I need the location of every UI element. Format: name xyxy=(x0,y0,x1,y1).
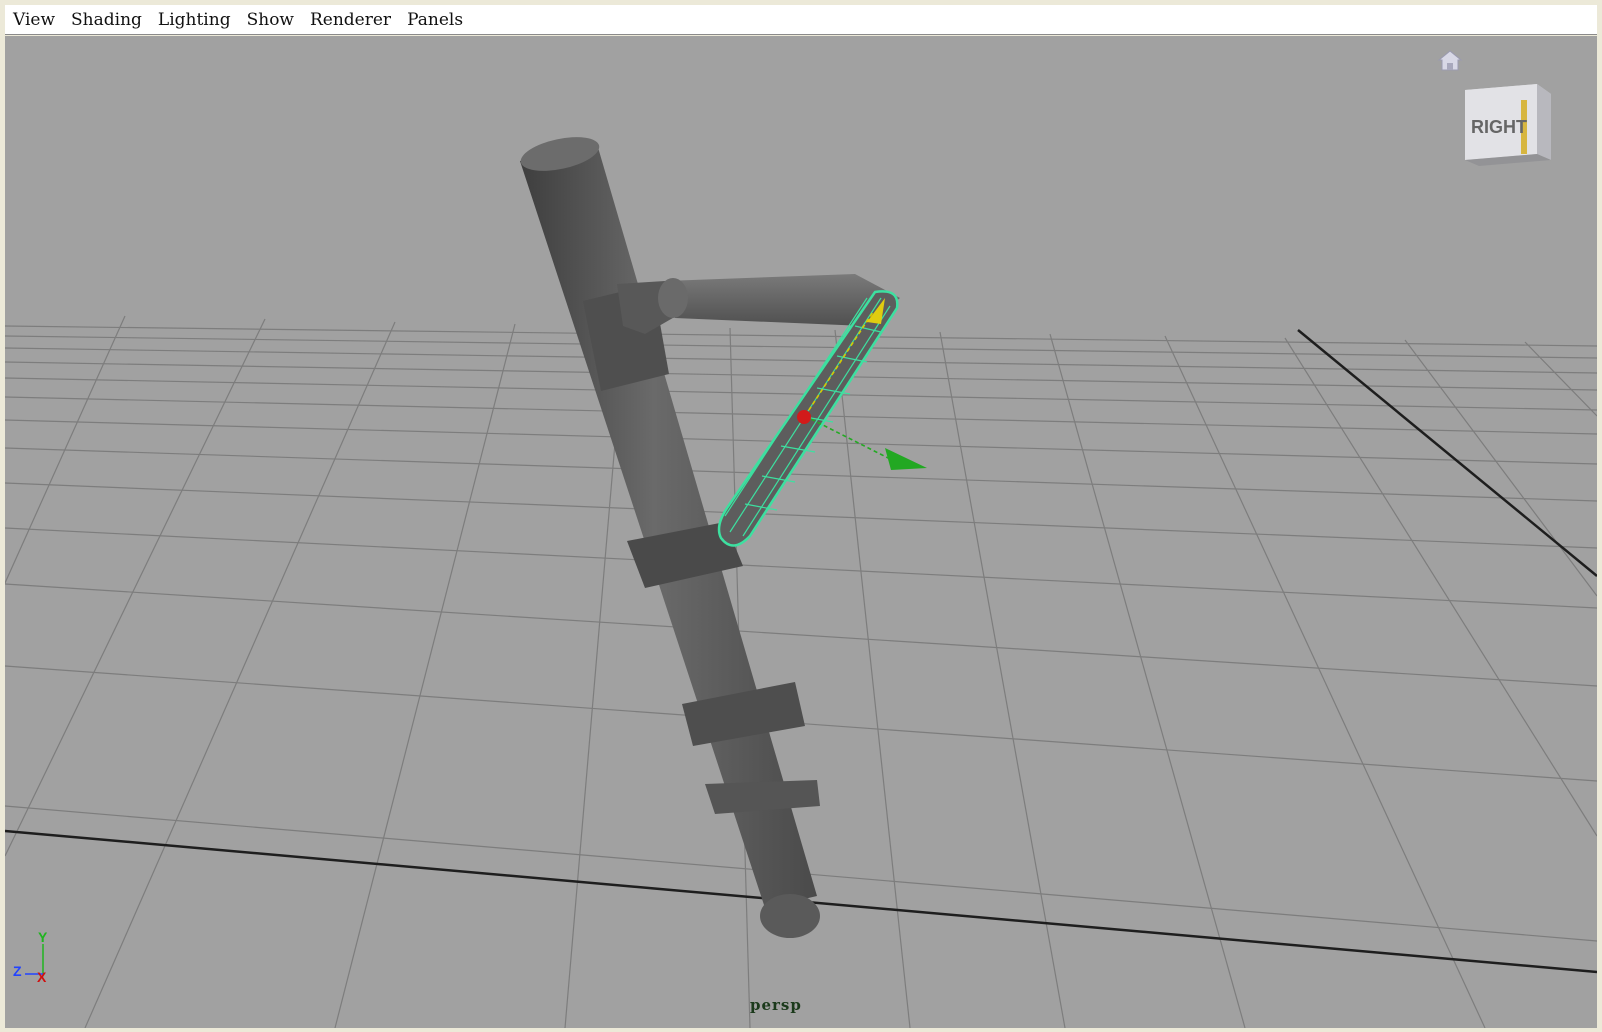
panel-menubar: View Shading Lighting Show Renderer Pane… xyxy=(5,5,1597,35)
viewcube[interactable]: RIGHT xyxy=(1461,80,1557,180)
menu-panels[interactable]: Panels xyxy=(399,5,471,35)
menu-renderer[interactable]: Renderer xyxy=(302,5,399,35)
axis-y-label: Y xyxy=(38,929,48,945)
selected-capsule[interactable] xyxy=(717,290,927,547)
fork-tube-model[interactable] xyxy=(518,131,820,938)
scene-canvas[interactable] xyxy=(5,36,1597,1028)
perspective-viewport[interactable]: persp RIGHT Y Z X xyxy=(5,36,1597,1028)
z-axis-line xyxy=(1297,329,1597,577)
camera-label: persp xyxy=(750,996,802,1014)
axis-z-label: Z xyxy=(13,963,22,979)
menu-shading[interactable]: Shading xyxy=(63,5,150,35)
menu-lighting[interactable]: Lighting xyxy=(150,5,239,35)
menu-view[interactable]: View xyxy=(5,5,63,35)
axis-x-label: X xyxy=(37,969,47,985)
menu-show[interactable]: Show xyxy=(239,5,302,35)
viewcube-face-label: RIGHT xyxy=(1471,117,1527,137)
axis-indicator: Y Z X xyxy=(13,929,48,985)
home-icon[interactable] xyxy=(1437,48,1463,74)
app-window: View Shading Lighting Show Renderer Pane… xyxy=(0,0,1602,1032)
